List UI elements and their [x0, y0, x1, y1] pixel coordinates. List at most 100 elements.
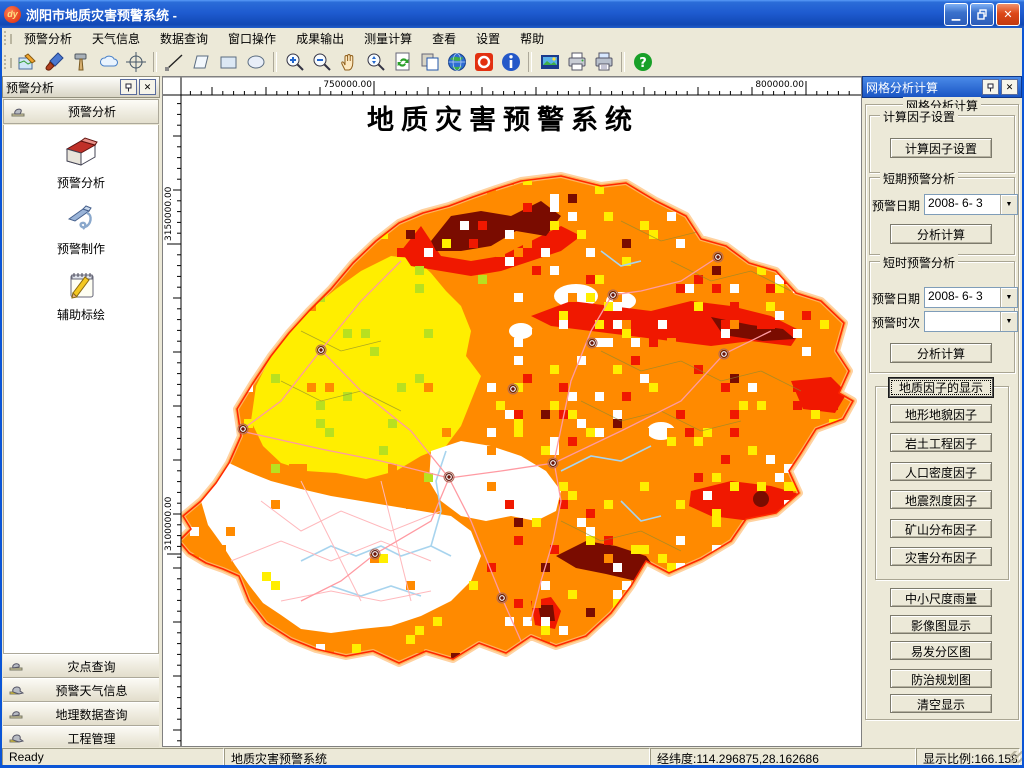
- seismic-factor-button[interactable]: 地震烈度因子: [890, 490, 992, 509]
- edit-map-icon[interactable]: [15, 50, 40, 75]
- population-factor-button[interactable]: 人口密度因子: [890, 462, 992, 481]
- left-panel-titlebar: 预警分析 ✕: [2, 76, 160, 98]
- window-border-left: [0, 28, 2, 768]
- tool-label: 预警分析: [56, 176, 105, 190]
- window-titlebar: dy 浏阳市地质灾害预警系统 - ▁ ✕: [0, 0, 1024, 28]
- menu-settings[interactable]: 设置: [466, 28, 510, 49]
- map-canvas[interactable]: 地质灾害预警系统 750000.00 800000.00 3150000.00 310…: [162, 76, 862, 747]
- combobox-value: [925, 312, 1000, 331]
- menu-measure-calc[interactable]: 测量计算: [354, 28, 422, 49]
- toolbar-separator: [528, 52, 532, 72]
- stop-icon[interactable]: [471, 50, 496, 75]
- section-label: 灾点查询: [67, 659, 116, 674]
- geotech-factor-button[interactable]: 岩土工程因子: [890, 433, 992, 452]
- terrain-factor-button[interactable]: 地形地貌因子: [890, 404, 992, 423]
- close-icon[interactable]: ✕: [139, 79, 156, 95]
- tool-aux-plot[interactable]: 辅助标绘: [4, 257, 158, 323]
- prevention-plan-button[interactable]: 防治规划图: [890, 669, 992, 688]
- menu-help[interactable]: 帮助: [510, 28, 554, 49]
- right-dock-panel: 网格分析计算 ✕ 网格分析计算 计算因子设置 计算因子设置 短期预警分析 预警日…: [862, 76, 1022, 745]
- left-dock-panel: 预警分析 ✕ 预警分析 预警分析 预警制作 辅助标绘 灾点查询 预警天气信息 地…: [2, 76, 160, 750]
- draw-ellipse-icon[interactable]: [243, 50, 268, 75]
- tool-label: 预警制作: [56, 242, 105, 256]
- pan-hand-icon[interactable]: [336, 50, 361, 75]
- menu-result-output[interactable]: 成果输出: [286, 28, 354, 49]
- short-term-analyze-button[interactable]: 分析计算: [890, 224, 992, 244]
- legend-image-icon[interactable]: [537, 50, 562, 75]
- tool-warning-produce[interactable]: 预警制作: [4, 191, 158, 257]
- section-label: 工程管理: [67, 731, 116, 746]
- locate-target-icon[interactable]: [123, 50, 148, 75]
- help-icon[interactable]: ?: [630, 50, 655, 75]
- tool-warning-analysis[interactable]: 预警分析: [4, 125, 158, 191]
- draw-rectangle-icon[interactable]: [216, 50, 241, 75]
- chevron-down-icon[interactable]: ▼: [1000, 312, 1017, 331]
- zoom-in-icon[interactable]: [282, 50, 307, 75]
- map-title: 地质灾害预警系统: [367, 104, 639, 136]
- chevron-down-icon[interactable]: ▼: [1000, 288, 1017, 307]
- menu-warning-analysis[interactable]: 预警分析: [14, 28, 82, 49]
- short-term-date-combobox[interactable]: 2008- 6- 3 ▼: [924, 194, 1018, 215]
- chevron-down-icon[interactable]: ▼: [1000, 195, 1017, 214]
- left-panel-body: 预警分析 预警制作 辅助标绘: [3, 125, 159, 654]
- hammer-icon[interactable]: [69, 50, 94, 75]
- globe-icon[interactable]: [444, 50, 469, 75]
- mine-factor-button[interactable]: 矿山分布因子: [890, 519, 992, 538]
- left-panel-header[interactable]: 预警分析: [3, 99, 159, 124]
- pin-icon[interactable]: [120, 79, 137, 95]
- aux-plot-notepad-icon: [70, 273, 94, 299]
- resize-grip[interactable]: [1010, 751, 1022, 763]
- section-warning-weather-info[interactable]: 预警天气信息: [3, 678, 159, 702]
- short-time-analyze-button[interactable]: 分析计算: [890, 343, 992, 363]
- draw-line-icon[interactable]: [162, 50, 187, 75]
- restore-icon: [976, 8, 987, 20]
- clear-display-button[interactable]: 清空显示: [890, 694, 992, 713]
- svg-text:?: ?: [639, 56, 647, 71]
- short-time-times-combobox[interactable]: ▼: [924, 311, 1018, 332]
- menubar: 预警分析 天气信息 数据查询 窗口操作 成果输出 测量计算 查看 设置 帮助: [2, 28, 1022, 49]
- calc-factor-settings-button[interactable]: 计算因子设置: [890, 138, 992, 158]
- restore-button[interactable]: [970, 2, 994, 26]
- disaster-factor-button[interactable]: 灾害分布因子: [890, 547, 992, 566]
- close-icon[interactable]: ✕: [1001, 79, 1018, 95]
- section-geo-data-query[interactable]: 地理数据查询: [3, 702, 159, 726]
- combobox-value: 2008- 6- 3: [928, 196, 983, 210]
- short-time-date-combobox[interactable]: 2008- 6- 3 ▼: [924, 287, 1018, 308]
- stamp-icon: [9, 706, 24, 722]
- rainfall-scale-button[interactable]: 中小尺度雨量: [890, 588, 992, 607]
- svg-text:800000.00: 800000.00: [755, 80, 804, 90]
- print-setup-icon[interactable]: [591, 50, 616, 75]
- toolbar-grip[interactable]: [4, 55, 10, 69]
- menu-data-query[interactable]: 数据查询: [150, 28, 218, 49]
- left-panel-header-label: 预警分析: [67, 105, 116, 119]
- cloud-icon[interactable]: [96, 50, 121, 75]
- weather-stamp-icon: [9, 730, 25, 746]
- toolbar-separator: [153, 52, 157, 72]
- copy-view-icon[interactable]: [417, 50, 442, 75]
- menu-weather-info[interactable]: 天气信息: [82, 28, 150, 49]
- menu-view[interactable]: 查看: [422, 28, 466, 49]
- section-label: 地理数据查询: [55, 707, 128, 722]
- refresh-view-icon[interactable]: [390, 50, 415, 75]
- paint-brush-icon[interactable]: [42, 50, 67, 75]
- print-icon[interactable]: [564, 50, 589, 75]
- warning-analysis-book-icon: [65, 137, 98, 166]
- draw-polygon-icon[interactable]: [189, 50, 214, 75]
- geology-factor-display-button[interactable]: 地质因子的显示: [888, 377, 994, 398]
- zoom-extent-icon[interactable]: [363, 50, 388, 75]
- group-label: 计算因子设置: [880, 108, 959, 125]
- image-display-button[interactable]: 影像图显示: [890, 615, 992, 634]
- stamp-icon: [9, 658, 24, 674]
- section-disaster-point-query[interactable]: 灾点查询: [3, 654, 159, 678]
- close-button[interactable]: ✕: [996, 2, 1020, 26]
- menubar-grip[interactable]: [4, 31, 10, 45]
- pin-icon[interactable]: [982, 79, 999, 95]
- toolbar-separator: [273, 52, 277, 72]
- zoom-out-icon[interactable]: [309, 50, 334, 75]
- app-icon: dy: [4, 5, 21, 23]
- susceptibility-map-button[interactable]: 易发分区图: [890, 641, 992, 660]
- minimize-button[interactable]: ▁: [944, 2, 968, 26]
- menu-window-ops[interactable]: 窗口操作: [218, 28, 286, 49]
- info-icon[interactable]: [498, 50, 523, 75]
- warning-date-label: 预警日期: [872, 199, 921, 213]
